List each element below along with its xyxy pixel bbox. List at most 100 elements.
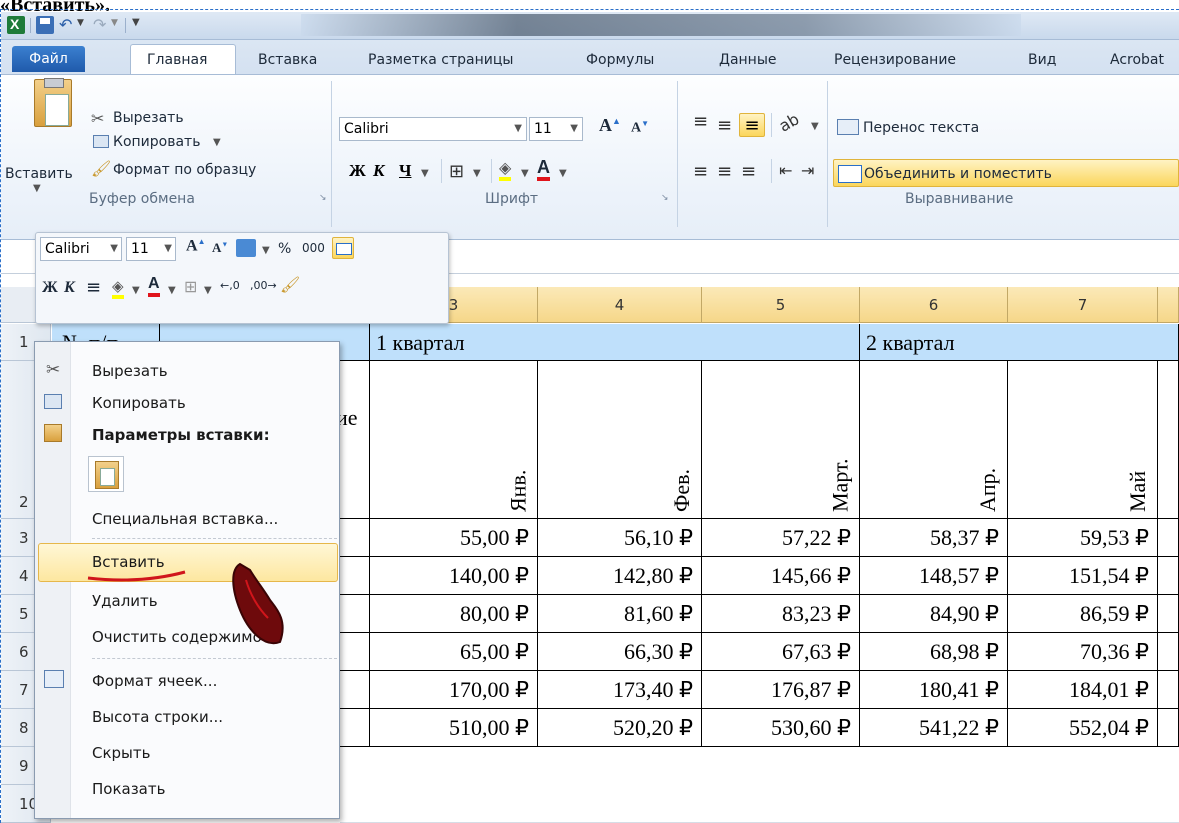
tab-insert[interactable]: Вставка xyxy=(258,49,317,71)
cell-amount[interactable]: 84,90 ₽ xyxy=(860,595,1008,633)
cell[interactable] xyxy=(1158,595,1179,633)
chevron-down-icon[interactable]: ▼ xyxy=(262,245,270,256)
mini-accounting-icon[interactable] xyxy=(236,239,256,257)
cell-amount[interactable]: 140,00 ₽ xyxy=(370,557,538,595)
column-header-blank[interactable] xyxy=(1158,287,1179,323)
font-color-icon[interactable]: A xyxy=(537,157,550,181)
cell-amount[interactable]: 145,66 ₽ xyxy=(702,557,860,595)
menu-item-row-height[interactable]: Высота строки... xyxy=(92,708,223,726)
fill-color-icon[interactable]: ◈ xyxy=(499,159,512,181)
cell-amount[interactable]: 66,30 ₽ xyxy=(538,633,702,671)
mini-fill-color-icon[interactable]: ◈ xyxy=(112,277,124,299)
cell-amount[interactable]: 86,59 ₽ xyxy=(1008,595,1158,633)
mini-borders-icon[interactable]: ⊞ xyxy=(184,277,197,296)
increase-indent-icon[interactable]: ⇥ xyxy=(801,161,814,180)
mini-increase-decimal-icon[interactable]: ←,0 xyxy=(220,279,240,292)
cut-button[interactable]: Вырезать xyxy=(113,109,184,127)
column-header[interactable]: 6 xyxy=(860,287,1008,323)
cell[interactable] xyxy=(340,671,370,709)
font-size-field[interactable]: 11 ▼ xyxy=(529,117,583,141)
paste-dropdown-icon[interactable]: ▼ xyxy=(33,183,41,194)
cell-quarter-1[interactable]: 1 квартал xyxy=(370,324,860,361)
borders-icon[interactable]: ⊞ xyxy=(449,161,464,182)
chevron-down-icon[interactable]: ▼ xyxy=(204,285,212,296)
chevron-down-icon[interactable]: ▼ xyxy=(132,285,140,296)
format-painter-button[interactable]: Формат по образцу xyxy=(113,161,256,179)
shrink-font-button[interactable]: A▼ xyxy=(631,119,649,137)
menu-item-copy[interactable]: Копировать xyxy=(92,394,186,412)
cell-month[interactable]: Май xyxy=(1008,361,1158,519)
tab-file[interactable]: Файл xyxy=(12,46,85,72)
cell-amount[interactable]: 65,00 ₽ xyxy=(370,633,538,671)
menu-item-show[interactable]: Показать xyxy=(92,780,165,798)
cell-month[interactable]: Янв. xyxy=(370,361,538,519)
mini-size-field[interactable]: 11 ▼ xyxy=(126,237,176,261)
mini-decrease-decimal-icon[interactable]: ,00→ xyxy=(250,279,277,292)
cell-amount[interactable]: 530,60 ₽ xyxy=(702,709,860,747)
column-header[interactable]: 7 xyxy=(1008,287,1158,323)
align-bottom-icon[interactable]: ≡ xyxy=(739,113,765,137)
cell-amount[interactable]: 148,57 ₽ xyxy=(860,557,1008,595)
mini-font-color-icon[interactable]: A xyxy=(148,275,160,297)
cell-amount[interactable]: 67,63 ₽ xyxy=(702,633,860,671)
cell-amount[interactable]: 184,01 ₽ xyxy=(1008,671,1158,709)
cell-amount[interactable]: 173,40 ₽ xyxy=(538,671,702,709)
wrap-text-button[interactable]: Перенос текста xyxy=(863,119,979,137)
cell-amount[interactable]: 142,80 ₽ xyxy=(538,557,702,595)
bold-button[interactable]: Ж xyxy=(349,161,366,181)
undo-dropdown-icon[interactable]: ▼ xyxy=(77,18,84,28)
cell-month[interactable]: Март. xyxy=(702,361,860,519)
redo-dropdown-icon[interactable]: ▼ xyxy=(111,18,118,28)
chevron-down-icon[interactable]: ▼ xyxy=(168,285,176,296)
align-middle-icon[interactable]: ≡ xyxy=(717,115,732,136)
cell-amount[interactable]: 151,54 ₽ xyxy=(1008,557,1158,595)
cell-amount[interactable]: 81,60 ₽ xyxy=(538,595,702,633)
cell-amount[interactable]: 68,98 ₽ xyxy=(860,633,1008,671)
mini-font-field[interactable]: Calibri ▼ xyxy=(40,237,122,261)
underline-dropdown-icon[interactable]: ▼ xyxy=(421,168,429,179)
column-header[interactable]: 4 xyxy=(538,287,702,323)
cell-amount[interactable]: 180,41 ₽ xyxy=(860,671,1008,709)
save-icon[interactable] xyxy=(36,16,54,34)
cell-amount[interactable]: 541,22 ₽ xyxy=(860,709,1008,747)
paste-button[interactable]: Вставить xyxy=(5,165,73,183)
cell[interactable] xyxy=(1158,557,1179,595)
mini-thousands-button[interactable]: 000 xyxy=(302,241,325,255)
tab-page-layout[interactable]: Разметка страницы xyxy=(368,49,513,71)
cell[interactable] xyxy=(1158,633,1179,671)
cell-quarter-2[interactable]: 2 квартал xyxy=(860,324,1179,361)
align-right-icon[interactable]: ≡ xyxy=(741,161,756,182)
column-header[interactable]: 5 xyxy=(702,287,860,323)
paste-option-button[interactable] xyxy=(88,456,124,492)
tab-review[interactable]: Рецензирование xyxy=(834,49,956,71)
cell-amount[interactable]: 552,04 ₽ xyxy=(1008,709,1158,747)
cell[interactable] xyxy=(1158,519,1179,557)
customize-qat-icon[interactable]: ▼ xyxy=(132,17,140,28)
decrease-indent-icon[interactable]: ⇤ xyxy=(779,161,792,180)
italic-button[interactable]: К xyxy=(373,161,385,181)
tab-formulas[interactable]: Формулы xyxy=(586,49,654,71)
redo-icon[interactable]: ↷ xyxy=(93,15,106,34)
mini-center-icon[interactable]: ≡ xyxy=(86,277,101,298)
paste-icon[interactable] xyxy=(34,78,72,127)
cell-amount[interactable]: 176,87 ₽ xyxy=(702,671,860,709)
tab-home[interactable]: Главная xyxy=(147,49,207,71)
cell[interactable] xyxy=(340,519,370,557)
cell[interactable] xyxy=(1158,361,1179,519)
tab-data[interactable]: Данные xyxy=(719,49,777,71)
cell-month[interactable]: Фев. xyxy=(538,361,702,519)
tab-view[interactable]: Вид xyxy=(1028,49,1056,71)
font-launcher-icon[interactable]: ↘ xyxy=(661,193,669,203)
align-center-icon[interactable]: ≡ xyxy=(717,161,732,182)
menu-item-hide[interactable]: Скрыть xyxy=(92,744,150,762)
orientation-dropdown-icon[interactable]: ▼ xyxy=(811,121,819,132)
cell-amount[interactable]: 56,10 ₽ xyxy=(538,519,702,557)
cell-amount[interactable]: 58,37 ₽ xyxy=(860,519,1008,557)
copy-button[interactable]: Копировать xyxy=(113,133,200,151)
cell[interactable] xyxy=(1158,709,1179,747)
cell[interactable] xyxy=(340,709,370,747)
cell-amount[interactable]: 520,20 ₽ xyxy=(538,709,702,747)
menu-item-cut[interactable]: Вырезать xyxy=(92,362,168,380)
mini-italic-button[interactable]: К xyxy=(64,279,75,297)
cell-amount[interactable]: 55,00 ₽ xyxy=(370,519,538,557)
